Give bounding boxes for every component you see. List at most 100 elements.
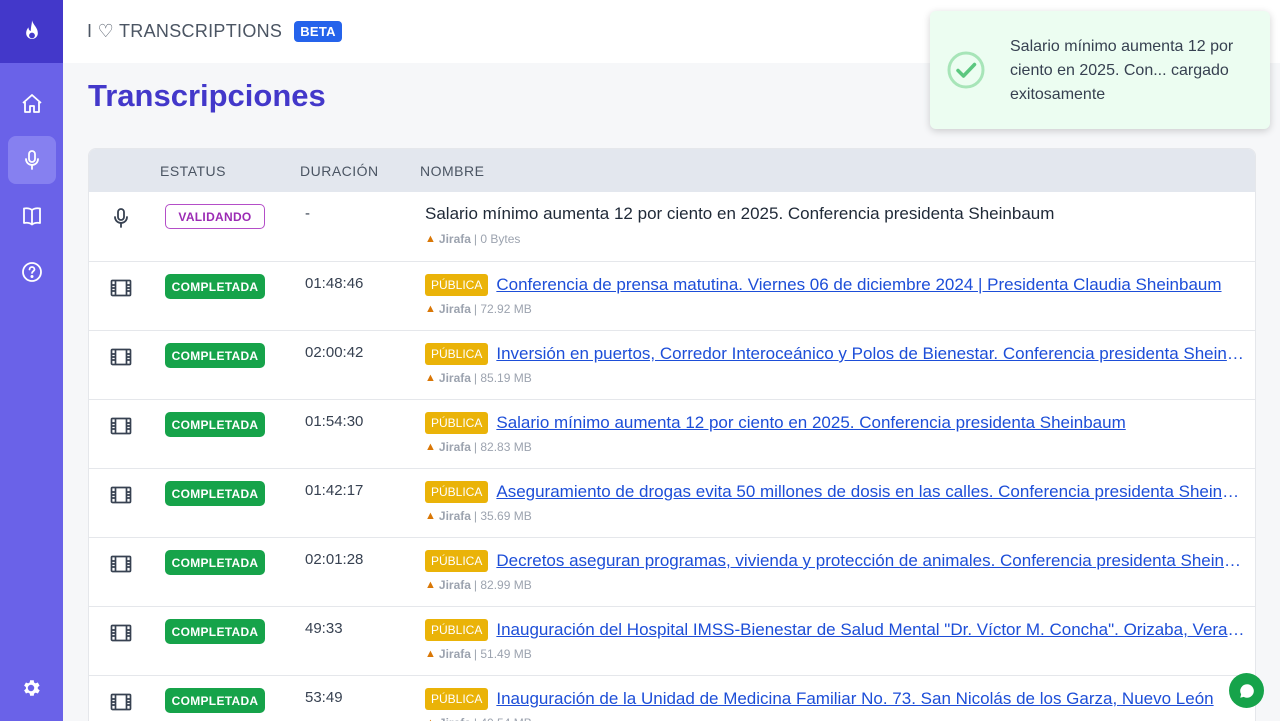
home-icon bbox=[21, 94, 42, 113]
table-body: VALIDANDO - Salario mínimo aumenta 12 por … bbox=[89, 192, 1255, 721]
file-size: | 85.19 MB bbox=[473, 371, 532, 385]
giraffe-icon: ▲ bbox=[425, 579, 436, 591]
file-size: | 72.92 MB bbox=[473, 302, 532, 316]
transcription-title[interactable]: Inauguración de la Unidad de Medicina Fa… bbox=[496, 689, 1213, 709]
owner-name: Jirafa bbox=[438, 440, 471, 454]
meta-info: ▲ Jirafa | 72.92 MB bbox=[425, 302, 532, 316]
success-toast[interactable]: Salario mínimo aumenta 12 por ciento en … bbox=[930, 11, 1270, 129]
microphone-icon bbox=[24, 150, 39, 170]
name-cell: PÚBLICA Inauguración de la Unidad de Medi… bbox=[425, 688, 1245, 710]
meta-info: ▲ Jirafa | 85.19 MB bbox=[425, 371, 532, 385]
chat-bubble-icon bbox=[1239, 683, 1254, 698]
transcription-title: Salario mínimo aumenta 12 por ciento en … bbox=[425, 204, 1055, 223]
app-title: I ♡ TRANSCRIPTIONS BETA bbox=[87, 21, 342, 42]
status-badge: COMPLETADA bbox=[165, 619, 265, 644]
name-cell: PÚBLICA Salario mínimo aumenta 12 por cie… bbox=[425, 412, 1245, 434]
duration-value: 01:48:46 bbox=[305, 275, 364, 292]
name-cell: PÚBLICA Decretos aseguran programas, vivi… bbox=[425, 550, 1245, 572]
status-badge: VALIDANDO bbox=[165, 204, 265, 229]
transcriptions-table: ESTATUS DURACIÓN NOMBRE VALIDANDO - Salari… bbox=[88, 148, 1256, 721]
table-header: ESTATUS DURACIÓN NOMBRE bbox=[89, 149, 1255, 192]
transcription-title[interactable]: Conferencia de prensa matutina. Viernes … bbox=[496, 275, 1221, 295]
name-cell: Salario mínimo aumenta 12 por ciento en … bbox=[425, 204, 1245, 224]
transcription-title[interactable]: Inversión en puertos, Corredor Interoceá… bbox=[496, 344, 1245, 364]
duration-value: 02:01:28 bbox=[305, 551, 364, 568]
name-cell: PÚBLICA Inversión en puertos, Corredor In… bbox=[425, 343, 1245, 365]
sidebar-item-home[interactable] bbox=[8, 80, 56, 128]
owner-name: Jirafa bbox=[438, 578, 471, 592]
giraffe-icon: ▲ bbox=[425, 372, 436, 384]
book-icon bbox=[22, 207, 41, 226]
owner-name: Jirafa bbox=[438, 509, 471, 523]
sidebar-item-docs[interactable] bbox=[8, 192, 56, 240]
file-size: | 82.99 MB bbox=[473, 578, 532, 592]
chat-widget-button[interactable] bbox=[1229, 673, 1264, 708]
meta-info: ▲ Jirafa | 0 Bytes bbox=[425, 232, 520, 246]
sidebar bbox=[0, 0, 63, 721]
file-size: | 0 Bytes bbox=[473, 232, 521, 246]
table-row[interactable]: COMPLETADA 49:33 PÚBLICA Inauguración del H… bbox=[89, 606, 1255, 675]
giraffe-icon: ▲ bbox=[425, 510, 436, 522]
transcription-title[interactable]: Decretos aseguran programas, vivienda y … bbox=[496, 551, 1245, 571]
film-icon bbox=[109, 345, 133, 369]
sidebar-item-help[interactable] bbox=[8, 248, 56, 296]
duration-value: 49:33 bbox=[305, 620, 343, 637]
meta-info: ▲ Jirafa | 51.49 MB bbox=[425, 647, 532, 661]
giraffe-icon: ▲ bbox=[425, 233, 436, 245]
film-icon bbox=[109, 690, 133, 714]
page-title: Transcripciones bbox=[88, 78, 326, 113]
transcription-title[interactable]: Aseguramiento de drogas evita 50 millone… bbox=[496, 482, 1245, 502]
transcription-title[interactable]: Inauguración del Hospital IMSS-Bienestar… bbox=[496, 620, 1245, 640]
film-icon bbox=[109, 414, 133, 438]
duration-value: 01:42:17 bbox=[305, 482, 364, 499]
film-icon bbox=[109, 276, 133, 300]
public-badge: PÚBLICA bbox=[425, 343, 489, 365]
column-header-duracion[interactable]: DURACIÓN bbox=[300, 163, 379, 179]
film-icon bbox=[109, 552, 133, 576]
help-icon bbox=[21, 262, 42, 282]
status-badge: COMPLETADA bbox=[165, 481, 265, 506]
film-icon bbox=[109, 483, 133, 507]
meta-info: ▲ Jirafa | 82.83 MB bbox=[425, 440, 532, 454]
owner-name: Jirafa bbox=[438, 302, 471, 316]
owner-name: Jirafa bbox=[439, 716, 471, 721]
name-cell: PÚBLICA Aseguramiento de drogas evita 50 … bbox=[425, 481, 1245, 503]
sidebar-item-transcriptions[interactable] bbox=[7, 136, 56, 184]
table-row[interactable]: COMPLETADA 01:54:30 PÚBLICA Salario mínimo … bbox=[89, 399, 1255, 468]
name-cell: PÚBLICA Conferencia de prensa matutina. V… bbox=[425, 274, 1245, 296]
column-header-estatus[interactable]: ESTATUS bbox=[160, 163, 226, 179]
status-badge: COMPLETADA bbox=[165, 274, 265, 299]
public-badge: PÚBLICA bbox=[425, 412, 489, 434]
app-logo[interactable] bbox=[0, 0, 63, 63]
giraffe-icon: ▲ bbox=[425, 648, 436, 660]
film-icon bbox=[109, 621, 133, 645]
table-row[interactable]: COMPLETADA 01:48:46 PÚBLICA Conferencia de … bbox=[89, 261, 1255, 330]
transcription-title[interactable]: Salario mínimo aumenta 12 por ciento en … bbox=[496, 413, 1125, 433]
beta-badge: BETA bbox=[294, 21, 342, 42]
public-badge: PÚBLICA bbox=[425, 481, 489, 503]
duration-value: 53:49 bbox=[305, 689, 343, 706]
toast-message: Salario mínimo aumenta 12 por ciento en … bbox=[1010, 38, 1234, 103]
check-circle-icon bbox=[947, 51, 985, 89]
owner-name: Jirafa bbox=[438, 647, 471, 661]
sidebar-item-settings[interactable] bbox=[7, 664, 55, 712]
table-row[interactable]: COMPLETADA 02:00:42 PÚBLICA Inversión en pu… bbox=[89, 330, 1255, 399]
file-size: | 40.54 MB bbox=[474, 716, 532, 721]
app-title-text: I ♡ TRANSCRIPTIONS bbox=[87, 21, 283, 41]
owner-name: Jirafa bbox=[438, 371, 471, 385]
giraffe-icon: ▲ bbox=[425, 441, 436, 453]
column-header-nombre[interactable]: NOMBRE bbox=[420, 163, 484, 179]
duration-value: 01:54:30 bbox=[305, 413, 364, 430]
public-badge: PÚBLICA bbox=[425, 619, 489, 641]
table-row[interactable]: VALIDANDO - Salario mínimo aumenta 12 por … bbox=[89, 192, 1255, 261]
table-row[interactable]: COMPLETADA 02:01:28 PÚBLICA Decretos asegur… bbox=[89, 537, 1255, 606]
public-badge: PÚBLICA bbox=[425, 550, 489, 572]
status-badge: COMPLETADA bbox=[165, 412, 265, 437]
name-cell: PÚBLICA Inauguración del Hospital IMSS-Bi… bbox=[425, 619, 1245, 641]
public-badge: PÚBLICA bbox=[425, 688, 489, 710]
table-row[interactable]: COMPLETADA 53:49 PÚBLICA Inauguración de la… bbox=[89, 675, 1255, 721]
file-size: | 82.83 MB bbox=[473, 440, 532, 454]
public-badge: PÚBLICA bbox=[425, 274, 489, 296]
giraffe-icon: ▲ bbox=[425, 717, 436, 721]
table-row[interactable]: COMPLETADA 01:42:17 PÚBLICA Aseguramiento d… bbox=[89, 468, 1255, 537]
